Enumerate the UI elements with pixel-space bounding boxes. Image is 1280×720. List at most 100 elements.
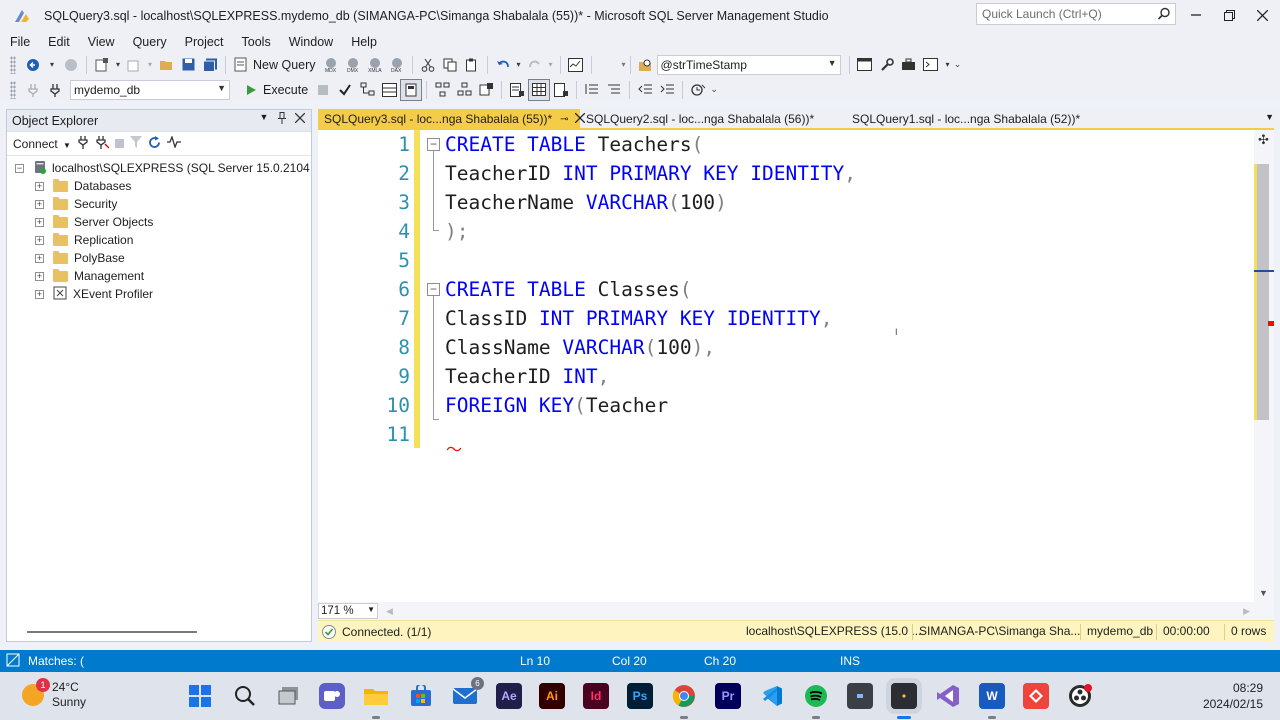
premiere-icon[interactable]: Pr — [715, 683, 741, 709]
collapse-icon[interactable]: − — [15, 163, 24, 173]
specify-template-values-icon[interactable] — [687, 79, 709, 101]
tree-node-server[interactable]: − localhost\SQLEXPRESS (SQL Server 15.0.… — [7, 159, 311, 177]
obs-icon[interactable] — [1067, 683, 1093, 709]
comment-out-icon[interactable] — [581, 79, 603, 101]
cut-icon[interactable] — [417, 54, 439, 76]
menu-window[interactable]: Window — [280, 35, 342, 49]
menu-file[interactable]: File — [0, 35, 39, 49]
uncomment-icon[interactable] — [603, 79, 625, 101]
toolbar-grip[interactable] — [10, 80, 16, 99]
dax-query-icon[interactable]: DAX — [386, 54, 408, 76]
tab-sqlquery3[interactable]: SQLQuery3.sql - loc...nga Shabalala (55)… — [318, 109, 585, 129]
toolbar-grip[interactable] — [10, 55, 16, 74]
menu-edit[interactable]: Edit — [39, 35, 79, 49]
display-estimated-plan-icon[interactable] — [356, 79, 378, 101]
forward-icon[interactable]: ▾ — [44, 54, 60, 76]
database-combo[interactable]: mydemo_db ▼ — [70, 79, 230, 100]
solution-config-dropdown-icon[interactable]: ▾ — [596, 54, 626, 76]
save-all-icon[interactable] — [199, 54, 221, 76]
quick-launch-input[interactable]: Quick Launch (Ctrl+Q) — [976, 3, 1176, 25]
intellisense-enabled-icon[interactable] — [400, 78, 423, 101]
undo-dropdown-icon[interactable]: ▾ — [514, 54, 524, 76]
tab-sqlquery2[interactable]: SQLQuery2.sql - loc...nga Shabalala (56)… — [580, 109, 846, 129]
menu-view[interactable]: View — [79, 35, 124, 49]
connect-plug-icon[interactable] — [77, 135, 89, 152]
toolbox-icon[interactable] — [898, 54, 920, 76]
new-dropdown-icon[interactable]: ▾ — [113, 54, 123, 76]
new-project-icon[interactable] — [91, 54, 113, 76]
menu-tools[interactable]: Tools — [233, 35, 280, 49]
weather-widget[interactable]: 1 24°C Sunny — [22, 678, 86, 710]
xmla-query-icon[interactable]: XMLA — [364, 54, 386, 76]
tree-node-xevent-profiler[interactable]: + XEvent Profiler — [7, 285, 311, 303]
expand-icon[interactable]: + — [35, 199, 44, 209]
minimize-button[interactable] — [1181, 4, 1211, 26]
tree-node-server-objects[interactable]: + Server Objects — [7, 213, 311, 231]
refresh-icon[interactable] — [148, 135, 161, 152]
task-view-icon[interactable] — [276, 683, 302, 709]
indesign-icon[interactable]: Id — [583, 683, 609, 709]
decrease-indent-icon[interactable] — [634, 79, 656, 101]
increase-indent-icon[interactable] — [656, 79, 678, 101]
activity-monitor-icon[interactable] — [166, 135, 181, 151]
activity-monitor-icon[interactable] — [565, 54, 587, 76]
zoom-combo[interactable]: 171 % ▼ — [318, 603, 378, 619]
pin-icon[interactable]: ⊸ — [560, 114, 568, 125]
wrench-icon[interactable] — [876, 54, 898, 76]
expand-icon[interactable]: + — [35, 181, 44, 191]
live-query-stats-icon[interactable] — [453, 79, 475, 101]
tab-sqlquery1[interactable]: SQLQuery1.sql - loc...nga Shabalala (52)… — [846, 109, 1108, 129]
chrome-icon[interactable] — [671, 683, 697, 709]
expand-icon[interactable]: + — [35, 289, 44, 299]
tree-node-polybase[interactable]: + PolyBase — [7, 249, 311, 267]
mdx-query-icon[interactable]: MDX — [320, 54, 342, 76]
terminal-active-icon[interactable] — [891, 683, 917, 709]
illustrator-icon[interactable]: Ai — [539, 683, 565, 709]
include-actual-plan-icon[interactable] — [431, 79, 453, 101]
tab-overflow-icon[interactable]: ▼ — [1265, 112, 1274, 122]
output-window-icon[interactable] — [920, 54, 942, 76]
close-window-button[interactable] — [1247, 4, 1277, 26]
system-clock[interactable]: 08:29 2024/02/15 — [1203, 680, 1263, 712]
open-file-icon[interactable] — [155, 54, 177, 76]
execute-button[interactable]: Execute — [242, 79, 312, 101]
parse-checkmark-icon[interactable] — [334, 79, 356, 101]
save-icon[interactable] — [177, 54, 199, 76]
tree-node-security[interactable]: + Security — [7, 195, 311, 213]
expand-icon[interactable]: + — [35, 253, 44, 263]
scroll-down-icon[interactable]: ▼ — [1259, 588, 1268, 598]
expand-icon[interactable]: + — [35, 217, 44, 227]
connect-dropdown[interactable]: Connect ▼ — [13, 137, 71, 151]
expand-icon[interactable]: + — [35, 235, 44, 245]
results-to-text-icon[interactable] — [506, 79, 528, 101]
toolbar-overflow-icon[interactable]: ▾ — [942, 54, 954, 76]
undo-icon[interactable] — [492, 54, 514, 76]
store-icon[interactable] — [408, 683, 434, 709]
error-marker[interactable] — [1268, 321, 1274, 326]
scroll-left-icon[interactable]: ◀ — [386, 606, 393, 617]
photoshop-icon[interactable]: Ps — [627, 683, 653, 709]
find-combo[interactable]: @strTimeStamp ▼ — [656, 54, 841, 75]
windows-start-icon[interactable] — [187, 683, 213, 709]
terminal-icon[interactable] — [847, 683, 873, 709]
spotify-icon[interactable] — [803, 683, 829, 709]
toolbar-options-icon[interactable]: ⌄ — [709, 79, 719, 101]
tree-node-management[interactable]: + Management — [7, 267, 311, 285]
word-icon[interactable]: W — [979, 683, 1005, 709]
mail-icon[interactable]: 6 — [452, 677, 484, 709]
close-panel-icon[interactable] — [293, 112, 307, 127]
menu-query[interactable]: Query — [124, 35, 176, 49]
copy-icon[interactable] — [439, 54, 461, 76]
client-statistics-icon[interactable] — [475, 79, 497, 101]
back-icon[interactable] — [22, 54, 44, 76]
scroll-right-icon[interactable]: ▶ — [1243, 606, 1250, 617]
scrollbar-thumb[interactable] — [1257, 164, 1269, 420]
new-query-button[interactable]: New Query — [230, 54, 320, 76]
vscode-icon[interactable] — [759, 683, 785, 709]
change-connection-icon[interactable] — [44, 79, 66, 101]
search-icon[interactable] — [231, 683, 257, 709]
sql-code-editor[interactable]: − − 1 CREATE TABLE Teachers( 2 TeacherID… — [318, 130, 1274, 602]
results-to-file-icon[interactable] — [550, 79, 572, 101]
tree-node-replication[interactable]: + Replication — [7, 231, 311, 249]
restore-button[interactable] — [1214, 4, 1244, 26]
